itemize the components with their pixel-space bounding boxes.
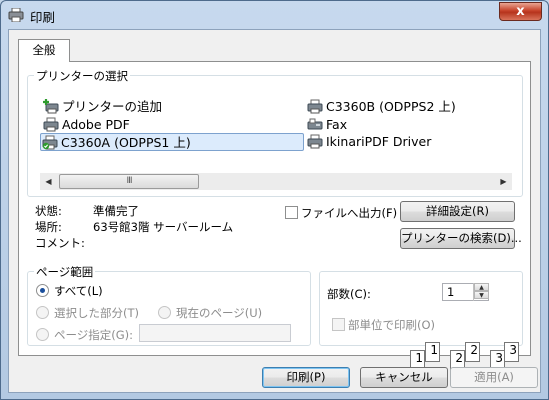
printer-list[interactable]: プリンターの追加 Adobe PDF C3360A (ODPPS1 上) C33… [40, 96, 512, 171]
page-range-pages-label[interactable]: ページ指定(G): [54, 327, 133, 343]
default-printer-icon [42, 135, 58, 155]
page-range-group-label: ページ範囲 [34, 264, 96, 280]
printer-item-label: IkinariPDF Driver [326, 134, 432, 149]
spin-down-icon[interactable]: ▼ [474, 291, 489, 299]
print-to-file-checkbox[interactable] [285, 206, 298, 219]
preview-sheet: 3 [504, 342, 519, 362]
copies-spinner[interactable]: ▲ ▼ [473, 283, 489, 301]
close-icon: x [516, 4, 525, 19]
location-label: 場所: [35, 220, 62, 234]
tab-general-label: 全般 [32, 43, 56, 57]
close-button[interactable]: x [499, 2, 542, 21]
page-range-pages-radio[interactable] [36, 328, 49, 341]
apply-button[interactable]: 適用(A) [450, 367, 538, 388]
cancel-button-label: キャンセル [375, 370, 433, 384]
scrollbar-thumb[interactable]: III [59, 174, 199, 189]
location-value: 63号館3階 サーバールーム [93, 220, 234, 234]
print-to-file-label[interactable]: ファイルへ出力(F) [301, 205, 397, 221]
print-button-label: 印刷(P) [286, 370, 326, 384]
printer-item-label: C3360B (ODPPS2 上) [326, 99, 456, 114]
general-tab-panel: プリンターの選択 プリンターの追加 Adobe PDF C3360A (ODPP… [18, 61, 531, 370]
collate-label[interactable]: 部単位で印刷(O) [348, 317, 435, 333]
printer-item-c3360b[interactable]: C3360B (ODPPS2 上) [306, 98, 456, 116]
printer-icon [307, 134, 323, 154]
page-range-selection-radio[interactable] [36, 306, 49, 319]
scroll-left-icon[interactable]: ◀ [40, 173, 57, 190]
printer-item-label: プリンターの追加 [62, 99, 163, 114]
spin-up-icon[interactable]: ▲ [474, 283, 489, 291]
title-bar[interactable]: 印刷 x [1, 1, 548, 29]
print-button[interactable]: 印刷(P) [262, 367, 350, 388]
page-range-all-label[interactable]: すべて(L) [54, 283, 103, 299]
find-printer-button-label: プリンターの検索(D)... [401, 231, 522, 245]
printer-item-add[interactable]: プリンターの追加 [42, 98, 162, 116]
printer-item-ikinaripdf[interactable]: IkinariPDF Driver [306, 133, 431, 151]
printer-icon [8, 7, 24, 25]
preview-sheet: 2 [465, 342, 480, 362]
scrollbar-grip-icon: III [126, 176, 133, 186]
printer-item-label: Fax [326, 117, 348, 132]
details-button-label: 詳細設定(R) [426, 204, 489, 218]
collate-checkbox[interactable] [332, 318, 345, 331]
printer-item-label: C3360A (ODPPS1 上) [61, 135, 191, 150]
page-range-pages-input[interactable] [139, 324, 291, 342]
page-range-current-radio[interactable] [158, 306, 171, 319]
print-dialog: 印刷 x 全般 プリンターの選択 プリンターの追加 Adobe PDF C336… [0, 0, 549, 400]
find-printer-button[interactable]: プリンターの検索(D)... [400, 228, 522, 249]
window-title: 印刷 [30, 10, 56, 25]
tab-general[interactable]: 全般 [18, 39, 70, 62]
page-range-selection-label[interactable]: 選択した部分(T) [54, 305, 139, 321]
cancel-button[interactable]: キャンセル [360, 367, 448, 388]
page-range-group: ページ範囲 すべて(L) 選択した部分(T) 現在のページ(U) ページ指定(G… [27, 264, 311, 346]
copies-group: 部数(C): 1 ▲ ▼ 部単位で印刷(O) 1 1 2 2 3 3 [319, 271, 523, 370]
printer-item-label: Adobe PDF [62, 117, 130, 132]
preview-sheet: 1 [425, 342, 440, 362]
printer-item-fax[interactable]: Fax [306, 116, 347, 134]
printer-select-group-label: プリンターの選択 [34, 68, 130, 84]
comment-label: コメント: [35, 236, 85, 250]
status-value: 準備完了 [93, 204, 139, 218]
printer-item-adobe-pdf[interactable]: Adobe PDF [42, 116, 130, 134]
page-range-current-label[interactable]: 現在のページ(U) [176, 305, 262, 321]
copies-count-label: 部数(C): [327, 287, 371, 301]
apply-button-label: 適用(A) [474, 370, 514, 384]
scroll-right-icon[interactable]: ▶ [495, 173, 512, 190]
status-label: 状態: [35, 204, 62, 218]
page-range-all-radio[interactable] [36, 284, 49, 297]
details-button[interactable]: 詳細設定(R) [400, 201, 515, 222]
printer-item-c3360a[interactable]: C3360A (ODPPS1 上) [40, 133, 304, 151]
dialog-client-area: 全般 プリンターの選択 プリンターの追加 Adobe PDF C3360A (O… [8, 29, 541, 393]
printer-select-group: プリンターの選択 プリンターの追加 Adobe PDF C3360A (ODPP… [27, 68, 523, 197]
printer-list-scrollbar[interactable]: ◀ III ▶ [40, 173, 512, 190]
